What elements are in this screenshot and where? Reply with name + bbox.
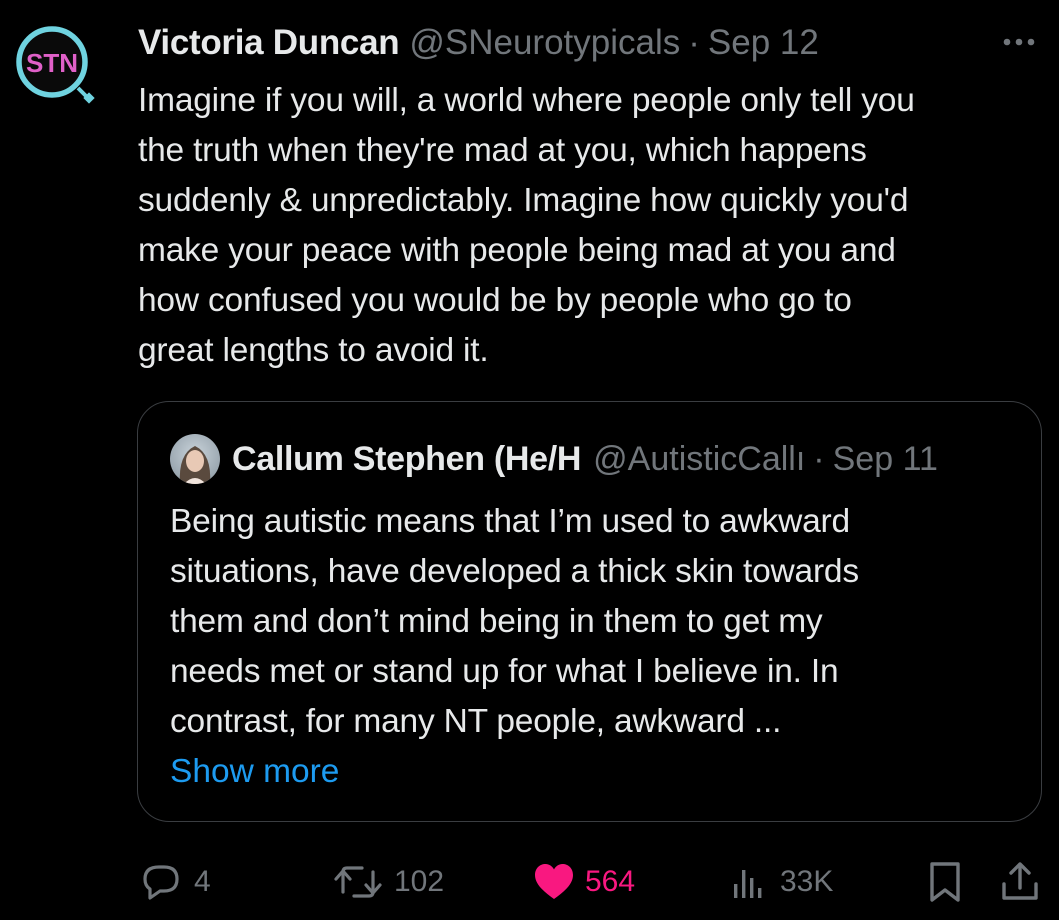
author-name[interactable]: Victoria Duncan: [138, 23, 400, 63]
tweet-line: Imagine if you will, a world where peopl…: [138, 82, 915, 119]
views-count: 33K: [780, 865, 834, 898]
tweet-line: the truth when they're mad at you, which…: [138, 132, 867, 169]
share-icon: [1002, 862, 1038, 900]
reply-icon: [143, 865, 179, 900]
quote-line: them and don’t mind being in them to get…: [170, 603, 823, 640]
more-button[interactable]: [999, 22, 1039, 62]
avatar-photo-icon: [170, 434, 220, 484]
avatar-text: STN: [26, 48, 78, 78]
like-count: 564: [585, 865, 636, 898]
quote-date[interactable]: Sep 11: [833, 440, 938, 479]
repost-count: 102: [394, 865, 445, 898]
quote-body: Being autistic means that I’m used to aw…: [170, 497, 1020, 747]
reply-button[interactable]: 4: [138, 852, 211, 912]
reply-count: 4: [194, 865, 211, 898]
quote-line: needs met or stand up for what I believe…: [170, 653, 839, 690]
separator-dot: ·: [688, 23, 700, 62]
like-button[interactable]: 564: [533, 852, 635, 912]
more-icon: [1003, 38, 1035, 46]
quote-line: Being autistic means that I’m used to aw…: [170, 503, 850, 540]
tweet-header: Victoria Duncan @SNeurotypicals · Sep 12: [138, 20, 1039, 66]
author-avatar[interactable]: STN: [8, 26, 98, 106]
quote-line: situations, have developed a thick skin …: [170, 553, 859, 590]
stn-logo: STN: [16, 26, 95, 104]
quoted-tweet-card[interactable]: Callum Stephen (He/H @AutisticCallı · Se…: [137, 401, 1042, 822]
repost-icon: [334, 866, 382, 898]
bookmark-button[interactable]: [926, 852, 964, 912]
tweet-line: make your peace with people being mad at…: [138, 232, 896, 269]
tweet-date[interactable]: Sep 12: [708, 23, 819, 63]
quote-header: Callum Stephen (He/H @AutisticCallı · Se…: [232, 436, 1011, 482]
share-button[interactable]: [998, 852, 1042, 912]
heart-icon: [535, 864, 573, 899]
quote-author-avatar: [170, 434, 220, 484]
quote-line: contrast, for many NT people, awkward ..…: [170, 703, 782, 740]
views-icon: [734, 870, 762, 898]
repost-button[interactable]: 102: [332, 852, 444, 912]
separator-dot: ·: [813, 439, 825, 478]
action-bar: 4 102 564 33K: [0, 852, 1059, 912]
tweet-line: great lengths to avoid it.: [138, 332, 489, 369]
tweet-line: suddenly & unpredictably. Imagine how qu…: [138, 182, 909, 219]
bookmark-icon: [930, 862, 960, 902]
author-handle[interactable]: @SNeurotypicals: [409, 23, 680, 63]
quote-author-name[interactable]: Callum Stephen (He/H: [232, 440, 581, 479]
tweet-line: how confused you would be by people who …: [138, 282, 852, 319]
quote-author-handle[interactable]: @AutisticCallı: [593, 440, 805, 479]
tweet-body: Imagine if you will, a world where peopl…: [138, 76, 1048, 376]
show-more-link[interactable]: Show more: [170, 747, 339, 797]
views-button[interactable]: 33K: [730, 852, 833, 912]
